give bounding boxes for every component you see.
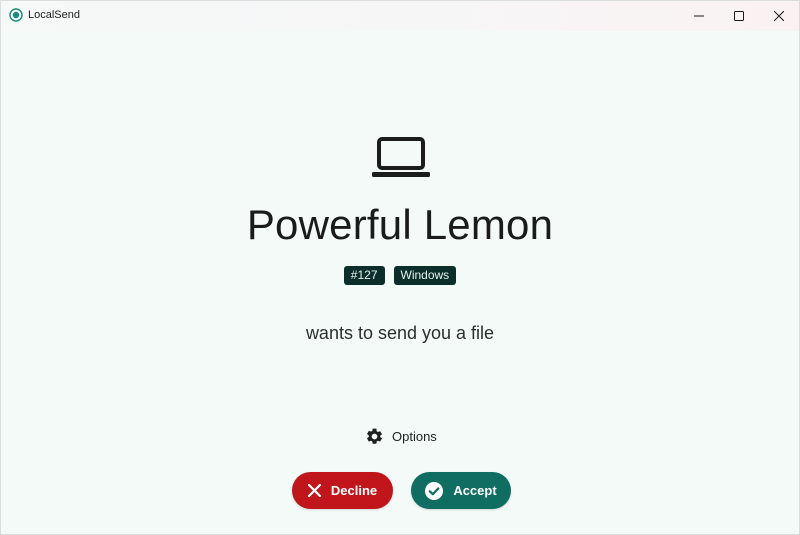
localsend-logo-icon [9, 8, 23, 22]
window-title: LocalSend [28, 9, 80, 21]
accept-button[interactable]: Accept [411, 472, 511, 509]
gear-icon [367, 428, 382, 444]
request-message: wants to send you a file [305, 323, 495, 343]
device-id-badge: #127 [343, 266, 385, 285]
device-os-badge: Windows [393, 266, 457, 285]
check-circle-icon [425, 481, 444, 500]
laptop-icon [372, 137, 430, 177]
maximize-button[interactable] [719, 1, 759, 31]
decline-button[interactable]: Decline [292, 472, 393, 509]
device-badges: #127 Windows [1, 266, 799, 285]
close-window-button[interactable] [759, 1, 799, 31]
app-window: LocalSend Powerful Lemon #127 Windows wa… [0, 0, 800, 535]
decline-label: Decline [330, 483, 378, 498]
maximize-icon [734, 11, 744, 21]
device-name: Powerful Lemon [246, 201, 554, 248]
close-icon [774, 11, 784, 21]
close-icon [307, 484, 321, 497]
options-button[interactable]: Options [361, 425, 441, 447]
minimize-button[interactable] [679, 1, 719, 31]
minimize-icon [694, 15, 704, 17]
title-bar[interactable]: LocalSend [1, 1, 799, 31]
accept-label: Accept [453, 483, 497, 498]
options-label: Options [392, 428, 437, 444]
